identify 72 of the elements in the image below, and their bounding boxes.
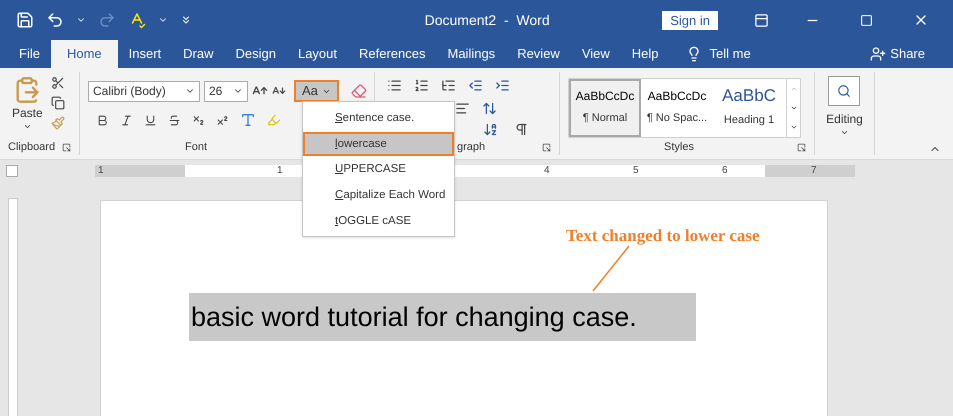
menu-item[interactable]: lowercase	[303, 132, 454, 156]
line-spacing-icon[interactable]	[482, 101, 497, 116]
bold-icon[interactable]	[96, 114, 109, 126]
style-item[interactable]: AaBbCcDc ¶ Normal	[569, 79, 641, 137]
italic-icon[interactable]	[120, 114, 133, 126]
save-icon[interactable]	[16, 11, 34, 29]
multilevel-list-icon[interactable]	[441, 78, 456, 93]
ribbon-tab[interactable]: Draw	[172, 40, 224, 68]
ruler-number: 5	[633, 165, 639, 177]
annotation-text: Text changed to lower case	[566, 225, 760, 247]
sign-in-button[interactable]: Sign in	[662, 10, 718, 30]
group-label: Clipboard	[8, 140, 56, 155]
change-case-button[interactable]: Aa	[294, 80, 339, 102]
chevron-down-icon	[840, 128, 849, 137]
dialog-launcher-icon[interactable]	[542, 142, 551, 152]
ribbon-tab[interactable]: Mailings	[436, 40, 506, 68]
increase-indent-icon[interactable]	[495, 78, 510, 93]
window-title: Document2 - Word	[424, 10, 550, 30]
document-text: basic word tutorial for changing case.	[189, 293, 696, 341]
group-label: Font	[184, 140, 207, 155]
ribbon-tab[interactable]: View	[570, 40, 621, 68]
underline-icon[interactable]	[144, 114, 157, 126]
copy-icon[interactable]	[50, 96, 65, 110]
chevron-down-icon	[22, 122, 32, 131]
ribbon-tab[interactable]: Home	[50, 40, 118, 68]
tell-me-field[interactable]: Tell me	[710, 44, 751, 64]
style-item[interactable]: AaBbCcDc ¶ No Spac...	[641, 79, 713, 137]
font-size-field[interactable]: 26	[204, 80, 248, 102]
ribbon-tab[interactable]: File	[8, 40, 51, 68]
dialog-launcher-icon[interactable]	[797, 142, 806, 152]
strikethrough-icon[interactable]	[168, 114, 181, 126]
search-icon	[837, 84, 852, 98]
person-icon	[870, 46, 886, 62]
ribbon-tab[interactable]: Review	[506, 40, 571, 68]
group-label: Styles	[664, 140, 694, 155]
customize-icon[interactable]	[180, 14, 192, 26]
ruler-number: 4	[544, 165, 550, 177]
superscript-icon[interactable]	[216, 114, 229, 126]
ribbon-tab[interactable]: Insert	[118, 40, 172, 68]
ribbon-tab[interactable]: References	[348, 40, 436, 68]
text-effects-icon[interactable]	[240, 112, 256, 128]
dialog-launcher-icon[interactable]	[62, 142, 71, 152]
subscript-icon[interactable]	[192, 114, 205, 126]
group-label: graph	[457, 140, 486, 155]
menu-item[interactable]: tOGGLE cASE	[303, 209, 454, 234]
ribbon-tab[interactable]: Help	[620, 40, 670, 68]
ribbon-tab[interactable]: Layout	[286, 40, 348, 68]
style-item[interactable]: AaBbC Heading 1	[713, 79, 785, 137]
ribbon-display-icon[interactable]	[754, 12, 769, 28]
leader-line	[591, 245, 631, 292]
ruler-number: 7	[811, 165, 817, 177]
undo-icon[interactable]	[46, 11, 64, 29]
ruler-number: 6	[722, 165, 728, 177]
pilcrow-icon[interactable]	[514, 122, 529, 137]
ruler-number: 1	[277, 165, 283, 177]
cut-icon[interactable]	[50, 76, 65, 90]
font-name-field[interactable]: Calibri (Body)	[88, 80, 200, 102]
menu-item[interactable]: UPPERCASE	[303, 158, 454, 182]
ruler-number: 1	[98, 165, 104, 177]
menu-item[interactable]: Sentence case.	[303, 106, 454, 131]
numbering-icon[interactable]	[414, 78, 429, 93]
ribbon-tab[interactable]: Design	[224, 40, 287, 68]
sort-icon[interactable]	[483, 122, 498, 137]
decrease-indent-icon[interactable]	[468, 78, 483, 93]
justify-icon[interactable]	[455, 101, 470, 116]
menu-item[interactable]: Capitalize Each Word	[303, 184, 454, 208]
paste-button[interactable]: Paste	[12, 76, 43, 139]
editing-button[interactable]: Editing	[826, 76, 863, 137]
bullets-icon[interactable]	[387, 78, 402, 93]
maximize-icon[interactable]	[860, 14, 873, 26]
share-button[interactable]: Share	[870, 40, 925, 68]
clear-formatting-icon[interactable]	[350, 83, 367, 99]
